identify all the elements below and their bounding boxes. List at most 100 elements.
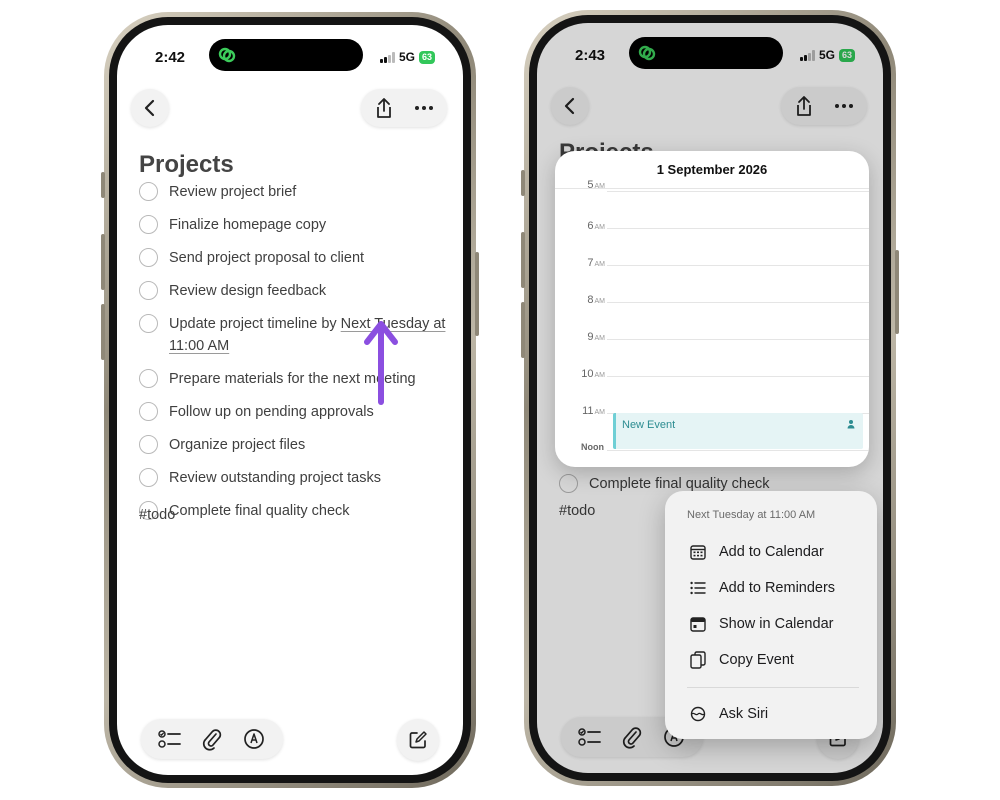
todo-checkbox[interactable]: [139, 435, 158, 454]
todo-text-before: Update project timeline by: [169, 316, 341, 332]
todo-checkbox[interactable]: [139, 468, 158, 487]
chevron-left-icon: [144, 99, 155, 117]
todo-text[interactable]: Review design feedback: [169, 280, 326, 302]
todo-text[interactable]: Send project proposal to client: [169, 247, 364, 269]
todo-item: Review project brief: [139, 181, 449, 203]
menu-item-copy-event[interactable]: Copy Event: [689, 651, 794, 669]
todo-text[interactable]: Follow up on pending approvals: [169, 401, 374, 423]
top-actions-pill: [361, 89, 447, 127]
annotation-arrow-icon: [364, 321, 398, 405]
menu-item-label: Ask Siri: [719, 706, 769, 722]
status-time: 2:42: [155, 49, 186, 66]
todo-text[interactable]: Complete final quality check: [169, 500, 350, 522]
ellipsis-icon: [415, 106, 433, 110]
battery-icon: 63: [418, 50, 435, 64]
dynamic-island: [209, 39, 363, 71]
todo-item: Review outstanding project tasks: [139, 467, 449, 489]
hour-label: 7AM: [587, 257, 605, 269]
compose-icon: [409, 731, 427, 749]
hour-line: [607, 302, 869, 303]
hour-line: [607, 191, 869, 192]
hour-line: [607, 228, 869, 229]
compose-button[interactable]: [397, 719, 439, 761]
todo-checkbox[interactable]: [139, 314, 158, 333]
menu-item-label: Copy Event: [719, 652, 794, 668]
todo-item: Prepare materials for the next meeting: [139, 369, 449, 390]
checklist-button[interactable]: [157, 726, 183, 752]
phone-bezel: 2:42 5G 63 Projects Review project brief…: [109, 17, 471, 783]
todo-item: Update project timeline by Next Tuesday …: [139, 313, 449, 357]
context-menu: Next Tuesday at 11:00 AM Add to Calendar…: [665, 491, 877, 739]
menu-item-ask-siri[interactable]: Ask Siri: [689, 705, 768, 723]
hashtag[interactable]: #todo: [139, 507, 175, 523]
bottom-toolbar: [141, 719, 283, 759]
hour-line: [607, 450, 869, 451]
link-icon: [218, 47, 236, 63]
note-title[interactable]: Projects: [139, 151, 234, 179]
menu-item-label: Add to Calendar: [719, 544, 824, 560]
pen-circle-icon: [244, 729, 264, 749]
calendar-preview[interactable]: 1 September 2026 5AM 6AM 7AM 8AM 9AM 10A…: [555, 151, 869, 467]
todo-checkbox[interactable]: [139, 248, 158, 267]
menu-item-add-to-reminders[interactable]: Add to Reminders: [689, 579, 835, 597]
share-button[interactable]: [364, 97, 404, 119]
todo-item: Organize project files: [139, 434, 449, 456]
todo-text[interactable]: Organize project files: [169, 434, 305, 456]
hour-label: 11AM: [582, 405, 605, 417]
hour-line: [607, 265, 869, 266]
todo-text[interactable]: Finalize homepage copy: [169, 214, 326, 236]
left-phone: 2:42 5G 63 Projects Review project brief…: [101, 12, 479, 788]
right-phone: 2:43 5G 63 Complete final quality check …: [521, 10, 899, 786]
phone-bezel: 2:43 5G 63 Complete final quality check …: [529, 15, 891, 781]
side-button: [521, 170, 525, 196]
todo-text[interactable]: Update project timeline by Next Tuesday …: [169, 313, 449, 357]
status-indicators: 5G 63: [379, 50, 435, 64]
menu-item-add-to-calendar[interactable]: Add to Calendar: [689, 543, 824, 561]
more-button[interactable]: [404, 105, 444, 111]
menu-item-label: Show in Calendar: [719, 616, 834, 632]
network-label: 5G: [398, 50, 415, 64]
hour-label: 6AM: [587, 220, 605, 232]
notes-screen: 2:42 5G 63 Projects Review project brief…: [117, 25, 463, 775]
menu-item-label: Add to Reminders: [719, 580, 836, 596]
todo-checkbox[interactable]: [139, 402, 158, 421]
volume-up-button: [101, 234, 105, 290]
hour-label: 10AM: [581, 368, 605, 380]
todo-item: Finalize homepage copy: [139, 214, 449, 236]
siri-icon: [689, 705, 707, 723]
share-icon: [377, 98, 391, 118]
signal-icon: [379, 51, 395, 63]
todo-item: Review design feedback: [139, 280, 449, 302]
calendar-event[interactable]: New Event: [613, 413, 863, 449]
menu-item-show-in-calendar[interactable]: Show in Calendar: [689, 615, 833, 633]
list-icon: [689, 579, 707, 597]
todo-list: Review project brief Finalize homepage c…: [139, 181, 449, 535]
calendar-icon: [689, 615, 707, 633]
event-title: New Event: [622, 419, 676, 431]
todo-checkbox[interactable]: [139, 215, 158, 234]
todo-item: Follow up on pending approvals: [139, 401, 449, 423]
paperclip-icon: [202, 729, 222, 751]
hour-label: 8AM: [587, 294, 605, 306]
back-button[interactable]: [131, 89, 169, 127]
notes-screen: 2:43 5G 63 Complete final quality check …: [537, 23, 883, 773]
todo-text[interactable]: Review outstanding project tasks: [169, 467, 381, 489]
menu-heading: Next Tuesday at 11:00 AM: [687, 509, 816, 521]
hour-label: 9AM: [587, 331, 605, 343]
todo-checkbox[interactable]: [139, 369, 158, 388]
calendar-grid-icon: [689, 543, 707, 561]
markup-button[interactable]: [241, 726, 267, 752]
attach-button[interactable]: [199, 726, 225, 752]
volume-down-button: [521, 302, 525, 358]
checklist-icon: [158, 730, 181, 748]
hour-line: [607, 376, 869, 377]
todo-checkbox[interactable]: [139, 281, 158, 300]
copy-icon: [689, 651, 707, 669]
todo-checkbox[interactable]: [139, 182, 158, 201]
hour-line: [607, 339, 869, 340]
power-button: [895, 250, 899, 334]
todo-text[interactable]: Review project brief: [169, 181, 296, 203]
volume-up-button: [521, 232, 525, 288]
power-button: [475, 252, 479, 336]
hour-label: 5AM: [587, 179, 605, 191]
